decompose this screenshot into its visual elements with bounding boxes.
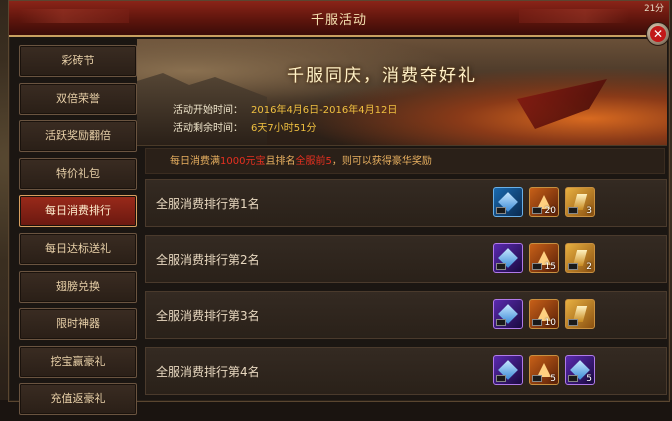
sidebar-item-active-reward[interactable]: 活跃奖励翻倍 (19, 120, 137, 153)
reward-slot[interactable] (565, 299, 595, 329)
sidebar-item-limited-artifact[interactable]: 限时神器 (19, 308, 137, 341)
reward-count: 5 (586, 374, 592, 384)
sidebar-item-recharge-return[interactable]: 充值返豪礼 (19, 383, 137, 416)
close-button[interactable]: ✕ (646, 22, 670, 46)
bound-lock-icon (568, 207, 578, 214)
sidebar-item-treasure-dig[interactable]: 挖宝赢豪礼 (19, 345, 137, 378)
start-time-value: 2016年4月6日-2016年4月12日 (251, 105, 398, 116)
banner-title: 千服同庆，消费夺好礼 (287, 66, 477, 86)
sidebar-item-wing-exchange[interactable]: 翅膀兑换 (19, 270, 137, 303)
remaining-time-row: 活动剩余时间： 6天7小时51分 (173, 119, 316, 134)
clock-text: 21分 (644, 4, 664, 14)
reward-count: 10 (544, 318, 556, 328)
notice-text-3: ，则可以获得豪华奖励 (331, 156, 432, 167)
reward-slot[interactable]: 15 (529, 243, 559, 273)
rank-row: 全服消费排行第1名 20 3 (145, 179, 667, 227)
sidebar-item-caizhuan[interactable]: 彩砖节 (19, 45, 137, 77)
reward-slot[interactable]: 5 (565, 355, 595, 385)
remaining-time-label: 活动剩余时间： (173, 123, 243, 134)
activity-sidebar: 彩砖节 双倍荣誉 活跃奖励翻倍 特价礼包 每日消费排行 每日达标送礼 翅膀兑换 … (19, 45, 137, 421)
rank-title: 全服消费排行第1名 (156, 197, 260, 211)
reward-count: 2 (586, 262, 592, 272)
reward-slot[interactable] (493, 299, 523, 329)
event-banner: 千服同庆，消费夺好礼 活动开始时间： 2016年4月6日-2016年4月12日 活… (137, 39, 667, 146)
reward-slot[interactable]: 2 (565, 243, 595, 273)
reward-slot[interactable]: 10 (529, 299, 559, 329)
reward-list: 15 2 (493, 243, 595, 273)
reward-count: 5 (550, 374, 556, 384)
notice-highlight-amount: 1000元宝 (220, 156, 266, 167)
sidebar-item-daily-target-gift[interactable]: 每日达标送礼 (19, 232, 137, 265)
rank-title: 全服消费排行第3名 (156, 309, 260, 323)
close-icon: ✕ (650, 26, 666, 42)
reward-count: 20 (544, 206, 556, 216)
notice-highlight-rank: 全服前5 (295, 156, 332, 167)
reward-list: 20 3 (493, 187, 595, 217)
bound-lock-icon (568, 263, 578, 270)
notice-text-1: 每日消费满 (170, 156, 220, 167)
sidebar-item-daily-spend-rank[interactable]: 每日消费排行 (19, 195, 137, 228)
bound-lock-icon (532, 263, 542, 270)
rank-row: 全服消费排行第4名 5 5 (145, 347, 667, 395)
reward-count: 15 (544, 262, 556, 272)
activity-window: 千服活动 彩砖节 双倍荣誉 活跃奖励翻倍 特价礼包 每日消费排行 每日达标送礼 … (8, 0, 670, 416)
remaining-time-value: 6天7小时51分 (251, 123, 317, 134)
bound-lock-icon (532, 375, 542, 382)
bound-lock-icon (496, 375, 506, 382)
banner-flag-art (517, 79, 607, 129)
rank-row: 全服消费排行第3名 10 (145, 291, 667, 339)
reward-slot[interactable]: 5 (529, 355, 559, 385)
reward-list: 10 (493, 299, 595, 329)
rank-title: 全服消费排行第4名 (156, 365, 260, 379)
reward-slot[interactable]: 3 (565, 187, 595, 217)
reward-list: 55 (493, 355, 595, 385)
reward-slot[interactable]: 20 (529, 187, 559, 217)
rank-row: 全服消费排行第2名 15 2 (145, 235, 667, 283)
bound-lock-icon (496, 263, 506, 270)
sidebar-item-special-pack[interactable]: 特价礼包 (19, 157, 137, 190)
bound-lock-icon (532, 207, 542, 214)
reward-slot[interactable] (493, 355, 523, 385)
bound-lock-icon (532, 319, 542, 326)
window-title: 千服活动 (310, 13, 367, 28)
bound-lock-icon (496, 319, 506, 326)
sidebar-item-double-honor[interactable]: 双倍荣誉 (19, 82, 137, 115)
reward-slot[interactable] (493, 187, 523, 217)
notice-text-2: 且排名 (265, 156, 296, 167)
bound-lock-icon (496, 207, 506, 214)
rule-notice: 每日消费满1000元宝且排名全服前5，则可以获得豪华奖励 (145, 148, 665, 174)
start-time-row: 活动开始时间： 2016年4月6日-2016年4月12日 (173, 101, 397, 116)
start-time-label: 活动开始时间： (173, 105, 243, 116)
reward-slot[interactable] (493, 243, 523, 273)
reward-count: 3 (586, 206, 592, 216)
window-titlebar: 千服活动 (9, 1, 669, 37)
rank-title: 全服消费排行第2名 (156, 253, 260, 267)
bound-lock-icon (568, 375, 578, 382)
bound-lock-icon (568, 319, 578, 326)
